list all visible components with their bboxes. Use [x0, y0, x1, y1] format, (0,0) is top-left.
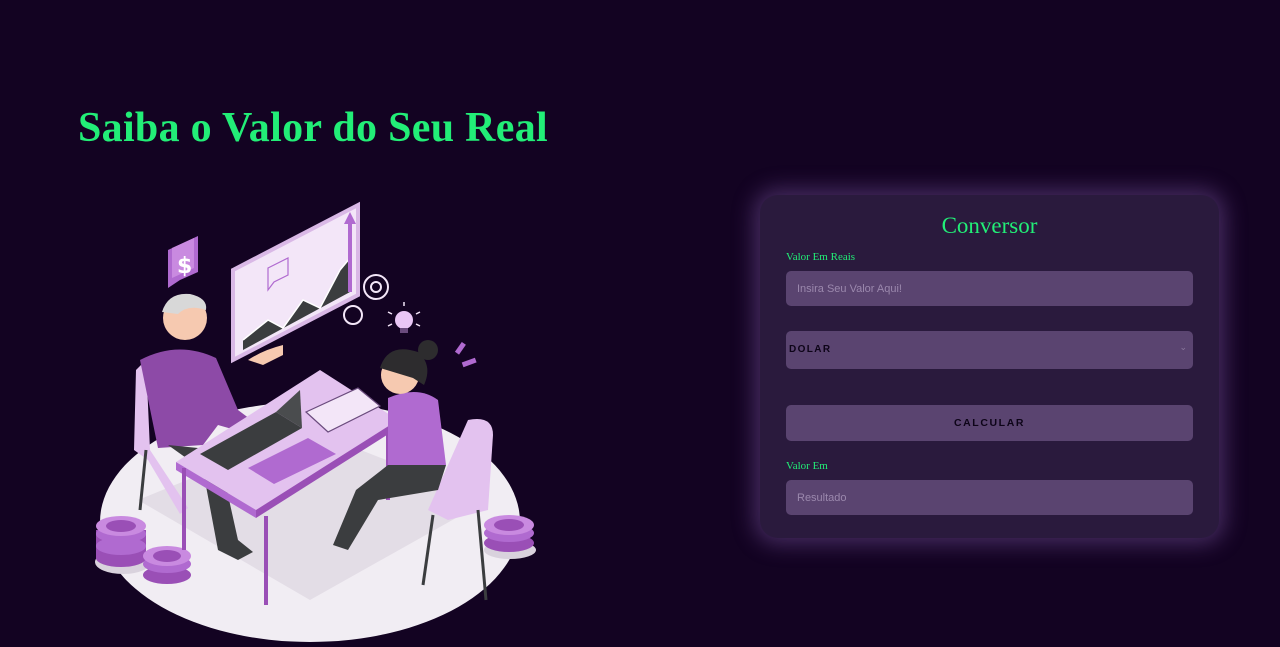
dollar-sign-icon: $	[168, 236, 198, 288]
converter-title: Conversor	[941, 213, 1038, 238]
coin-stack-right	[484, 515, 536, 559]
page-title: Saiba o Valor do Seu Real	[78, 105, 549, 151]
amount-input[interactable]	[786, 271, 1193, 306]
svg-text:$: $	[177, 254, 192, 279]
result-field[interactable]	[786, 480, 1193, 515]
chart-board	[231, 201, 360, 364]
currency-select[interactable]: DOLAR ⌄	[786, 331, 1193, 369]
amount-label: Valor Em Reais	[786, 251, 856, 263]
converter-card: Conversor Valor Em Reais DOLAR ⌄ CALCULA…	[760, 195, 1219, 538]
business-meeting-illustration: $	[95, 201, 536, 642]
chevron-down-icon: ⌄	[1179, 343, 1187, 353]
calculate-button[interactable]: CALCULAR	[786, 405, 1193, 441]
currency-select-value: DOLAR	[789, 344, 832, 355]
result-label: Valor Em	[786, 460, 828, 472]
lightbulb-icon	[387, 302, 421, 333]
